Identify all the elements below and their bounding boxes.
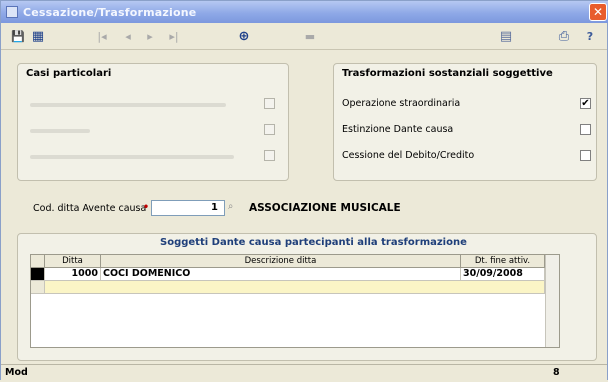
status-bar: Mod 8 [1,364,607,382]
soggetti-grid: Ditta Descrizione ditta Dt. fine attiv. … [30,254,560,348]
estinzione-dante-causa-checkbox[interactable] [580,124,591,135]
table-cell-ditta[interactable]: 1000 [45,268,101,281]
company-name: ASSOCIAZIONE MUSICALE [249,202,401,214]
col-header-ditta[interactable]: Ditta [45,255,101,268]
table-cell-data-fine[interactable]: 30/09/2008 [461,268,545,281]
casi-particolari-legend: Casi particolari [26,68,112,79]
print-icon[interactable]: ⎙ [555,27,573,45]
avente-causa-label: Cod. ditta Avente causa [33,203,147,214]
status-mode: Mod [5,367,28,378]
grid-scrollbar[interactable] [545,255,559,347]
toolbar: 💾 ▦ |◂ ◂ ▸ ▸| ⊕ ▬ ▤ ⎙ ? [1,23,607,50]
trasformazioni-panel: Trasformazioni sostanziali soggettive Op… [333,63,597,181]
operazione-straordinaria-checkbox[interactable]: ✔ [580,98,591,109]
binoculars-search-icon[interactable]: ⊕ [235,27,253,45]
col-header-descrizione[interactable]: Descrizione ditta [101,255,461,268]
calculator-icon[interactable]: ▤ [497,27,515,45]
next-record-icon[interactable]: ▸ [141,27,159,45]
app-icon [6,6,18,18]
table-cell-descrizione[interactable]: COCI DOMENICO [101,268,461,281]
close-button[interactable]: ✕ [589,3,607,21]
help-icon[interactable]: ? [581,27,599,45]
grid-view-icon[interactable]: ▦ [29,27,47,45]
blurred-option-2 [30,129,90,133]
estinzione-dante-causa-label: Estinzione Dante causa [342,124,454,135]
blurred-option-1 [30,103,226,107]
disabled-tool-icon[interactable]: ▬ [301,27,319,45]
status-right: 8 [553,367,560,378]
window-title: Cessazione/Trasformazione [23,6,197,19]
col-header-data-fine[interactable]: Dt. fine attiv. [461,255,545,268]
casi-particolari-panel: Casi particolari [17,63,289,181]
cessione-debito-credito-label: Cessione del Debito/Credito [342,150,475,161]
trasformazioni-legend: Trasformazioni sostanziali soggettive [342,68,553,79]
save-icon[interactable]: 💾 [9,27,27,45]
prev-record-icon[interactable]: ◂ [119,27,137,45]
operazione-straordinaria-label: Operazione straordinaria [342,98,461,109]
casi-checkbox-2[interactable] [264,124,275,135]
last-record-icon[interactable]: ▸| [165,27,183,45]
new-row[interactable] [45,281,545,294]
soggetti-panel: Soggetti Dante causa partecipanti alla t… [17,233,597,361]
blurred-option-3 [30,155,234,159]
cessione-debito-credito-checkbox[interactable] [580,150,591,161]
new-row-selector[interactable] [31,281,45,294]
casi-checkbox-3[interactable] [264,150,275,161]
window: Cessazione/Trasformazione ✕ 💾 ▦ |◂ ◂ ▸ ▸… [0,0,608,382]
required-mark: • [143,202,150,213]
title-bar: Cessazione/Trasformazione ✕ [1,1,608,23]
row-selector[interactable] [31,268,45,281]
first-record-icon[interactable]: |◂ [93,27,111,45]
avente-causa-code-input[interactable]: 1 [151,200,225,216]
soggetti-legend: Soggetti Dante causa partecipanti alla t… [160,237,467,248]
avente-causa-code-value: 1 [211,202,218,213]
lookup-icon[interactable]: ⌕ [228,201,233,212]
row-header-corner [31,255,45,268]
casi-checkbox-1[interactable] [264,98,275,109]
